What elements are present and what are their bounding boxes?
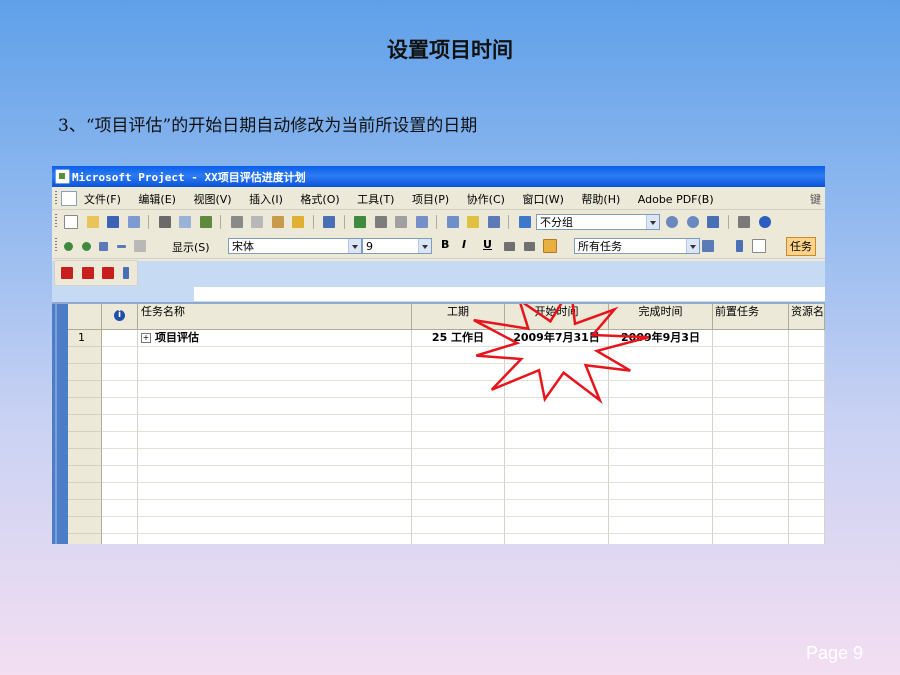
title-bar[interactable]: Microsoft Project - XX项目评估进度计划 bbox=[52, 166, 825, 187]
separator bbox=[727, 215, 729, 229]
split-task-icon[interactable] bbox=[415, 216, 428, 228]
paste-icon[interactable] bbox=[271, 216, 284, 228]
font-combo[interactable]: 宋体 bbox=[228, 238, 362, 254]
separator bbox=[312, 215, 314, 229]
toolbar-options-icon[interactable] bbox=[122, 267, 129, 279]
toolbar-area bbox=[52, 261, 825, 286]
new-icon[interactable] bbox=[64, 215, 78, 229]
pdf-convert-icon[interactable] bbox=[61, 267, 73, 279]
grip-icon[interactable] bbox=[55, 238, 57, 251]
minus-icon[interactable] bbox=[116, 244, 126, 248]
page-number: Page 9 bbox=[805, 643, 863, 663]
menu-adobe-pdf[interactable]: Adobe PDF(B) bbox=[638, 193, 714, 206]
menu-format[interactable]: 格式(O) bbox=[300, 193, 339, 206]
insert-hyperlink-icon[interactable] bbox=[354, 216, 366, 228]
pdf-toolbar bbox=[54, 260, 138, 286]
pdf-review-icon[interactable] bbox=[102, 267, 114, 279]
print-preview-icon[interactable] bbox=[179, 216, 191, 228]
italic-button[interactable]: I bbox=[462, 238, 466, 251]
help-icon[interactable] bbox=[758, 216, 771, 228]
highlight-starburst bbox=[473, 304, 650, 405]
task-notes-icon[interactable] bbox=[467, 216, 479, 228]
separator bbox=[343, 215, 345, 229]
undo-icon[interactable] bbox=[323, 216, 335, 228]
copy-icon[interactable] bbox=[251, 216, 263, 228]
slide-subtitle: 3、“项目评估”的开始日期自动修改为当前所设置的日期 bbox=[58, 116, 478, 136]
separator bbox=[436, 215, 437, 229]
open-icon[interactable] bbox=[86, 216, 99, 228]
group-by-combo[interactable]: 不分组 bbox=[536, 214, 660, 230]
copy-picture-icon[interactable] bbox=[738, 216, 750, 228]
document-icon[interactable] bbox=[61, 191, 77, 206]
arrow-right-icon[interactable] bbox=[81, 241, 91, 251]
grip-icon[interactable] bbox=[55, 191, 57, 204]
zoom-in-icon[interactable] bbox=[666, 216, 678, 228]
task-grid: i 任务名称 工期 开始时间 完成时间 前置任务 资源名 1 + 项目评估 25 工作… bbox=[52, 304, 825, 544]
align-right-icon[interactable] bbox=[543, 239, 557, 253]
task-info-icon[interactable] bbox=[446, 216, 459, 228]
slide-title: 设置项目时间 bbox=[387, 38, 513, 62]
menu-file[interactable]: 文件(F) bbox=[84, 193, 121, 206]
zoom-out-icon[interactable] bbox=[686, 216, 699, 228]
font-size-combo[interactable]: 9 bbox=[362, 238, 432, 254]
pdf-email-icon[interactable] bbox=[81, 267, 94, 279]
entry-input[interactable] bbox=[194, 287, 825, 301]
menu-question-box[interactable]: 键 bbox=[810, 191, 821, 207]
toolbar-options-icon[interactable] bbox=[736, 240, 743, 252]
grip-icon[interactable] bbox=[55, 214, 57, 227]
print-icon[interactable] bbox=[158, 216, 171, 228]
spelling-icon[interactable] bbox=[199, 216, 212, 228]
menu-collaborate[interactable]: 协作(C) bbox=[467, 193, 505, 206]
underline-button[interactable]: U bbox=[483, 238, 492, 251]
formatting-toolbar: 显示(S) 宋体 9 B I U 所有任务 任务 bbox=[52, 234, 825, 259]
chevron-down-icon[interactable] bbox=[348, 239, 361, 253]
autofilter-icon[interactable] bbox=[702, 240, 714, 252]
save-icon[interactable] bbox=[107, 216, 119, 228]
plus-icon[interactable] bbox=[99, 241, 108, 251]
menu-window[interactable]: 窗口(W) bbox=[522, 193, 563, 206]
filter-value: 所有任务 bbox=[578, 240, 622, 253]
unlink-tasks-icon[interactable] bbox=[395, 216, 407, 228]
window-title: Microsoft Project - XX项目评估进度计划 bbox=[72, 171, 306, 184]
chevron-down-icon[interactable] bbox=[686, 239, 699, 253]
show-button[interactable]: 显示(S) bbox=[172, 239, 210, 255]
chevron-down-icon[interactable] bbox=[646, 215, 659, 229]
assign-resources-icon[interactable] bbox=[487, 216, 500, 228]
menu-tools[interactable]: 工具(T) bbox=[357, 193, 394, 206]
font-size-value: 9 bbox=[366, 240, 373, 253]
menu-insert[interactable]: 插入(I) bbox=[249, 193, 283, 206]
show-subtasks-icon[interactable] bbox=[134, 240, 146, 252]
link-tasks-icon[interactable] bbox=[374, 216, 387, 228]
search-file-icon[interactable] bbox=[127, 216, 140, 228]
format-painter-icon[interactable] bbox=[292, 216, 304, 228]
bold-button[interactable]: B bbox=[441, 238, 449, 251]
menu-project[interactable]: 项目(P) bbox=[412, 193, 449, 206]
chevron-down-icon[interactable] bbox=[418, 239, 431, 253]
scroll-to-task-icon[interactable] bbox=[707, 216, 719, 228]
font-value: 宋体 bbox=[232, 240, 254, 253]
separator bbox=[508, 215, 509, 229]
cut-icon[interactable] bbox=[230, 216, 243, 228]
separator bbox=[220, 215, 221, 229]
gantt-view-icon[interactable] bbox=[751, 239, 766, 253]
task-button[interactable]: 任务 bbox=[786, 237, 816, 256]
menu-view[interactable]: 视图(V) bbox=[193, 193, 231, 206]
starburst-outline bbox=[473, 304, 650, 405]
align-center-icon[interactable] bbox=[523, 241, 535, 251]
menu-edit[interactable]: 编辑(E) bbox=[138, 193, 176, 206]
arrow-left-icon[interactable] bbox=[64, 241, 73, 251]
filter-combo[interactable]: 所有任务 bbox=[574, 238, 700, 254]
publish-icon[interactable] bbox=[518, 216, 531, 228]
standard-toolbar: 不分组 bbox=[52, 210, 825, 235]
entry-bar bbox=[52, 286, 825, 304]
group-by-value: 不分组 bbox=[540, 216, 573, 229]
project-app-icon bbox=[55, 169, 70, 184]
menu-bar: 文件(F) 编辑(E) 视图(V) 插入(I) 格式(O) 工具(T) 项目(P… bbox=[52, 187, 825, 210]
separator bbox=[148, 215, 149, 229]
project-window: Microsoft Project - XX项目评估进度计划 文件(F) 编辑(… bbox=[52, 166, 825, 544]
menu-help[interactable]: 帮助(H) bbox=[581, 193, 620, 206]
align-left-icon[interactable] bbox=[504, 241, 515, 251]
